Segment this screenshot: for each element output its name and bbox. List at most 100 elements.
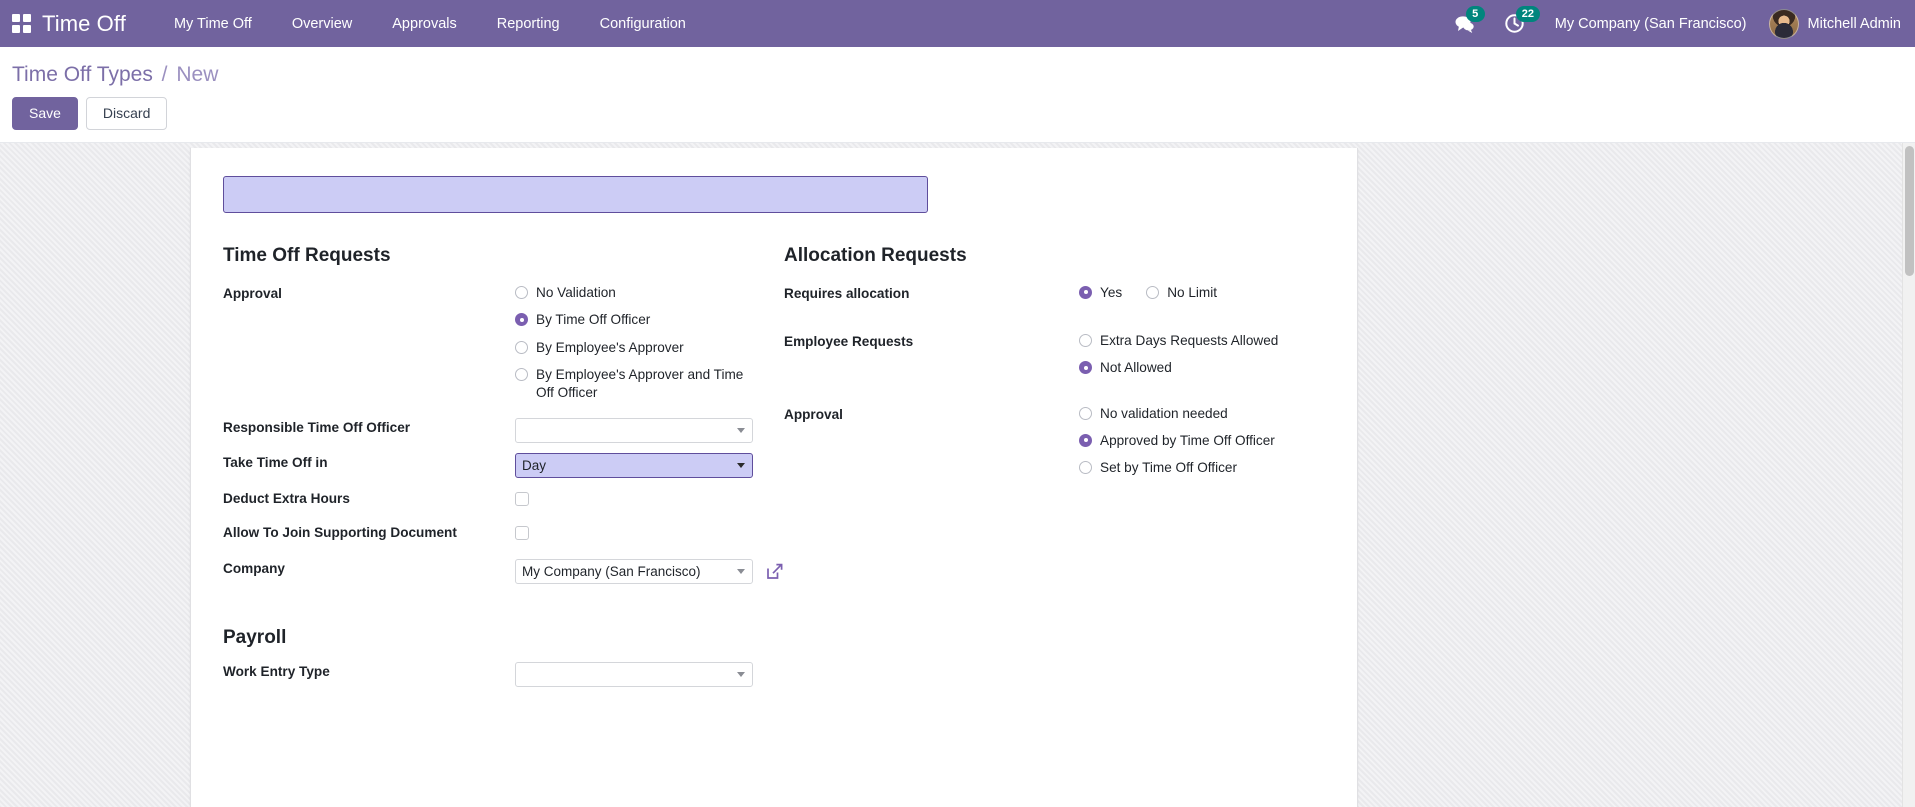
approval-option-by-employees-approver[interactable]: By Employee's Approver bbox=[515, 339, 784, 357]
radio-icon[interactable] bbox=[515, 313, 528, 327]
deduct-extra-hours-value bbox=[515, 488, 784, 506]
user-menu[interactable]: Mitchell Admin bbox=[1763, 8, 1901, 39]
app-brand-title[interactable]: Time Off bbox=[42, 11, 126, 37]
apps-grid-icon[interactable] bbox=[12, 13, 32, 34]
menu-item-my-time-off[interactable]: My Time Off bbox=[154, 2, 272, 46]
approval-value: No Validation By Time Off Officer By Emp… bbox=[515, 283, 784, 403]
work-entry-type-input[interactable] bbox=[515, 661, 753, 687]
allocation-approval-option-no-validation[interactable]: No validation needed bbox=[1079, 405, 1333, 423]
allocation-approval-option-approved-by-officer[interactable]: Approved by Time Off Officer bbox=[1079, 432, 1333, 450]
allow-supporting-document-label: Allow To Join Supporting Document bbox=[223, 524, 457, 540]
radio-icon[interactable] bbox=[515, 367, 528, 381]
content-area: Time Off Requests Approval No Validation… bbox=[0, 142, 1915, 807]
breadcrumb-current: New bbox=[176, 63, 219, 86]
allocation-approval-value: No validation needed Approved by Time Of… bbox=[1079, 404, 1333, 478]
user-name-label: Mitchell Admin bbox=[1807, 15, 1901, 32]
employee-requests-option-not-allowed[interactable]: Not Allowed bbox=[1079, 359, 1333, 377]
take-time-off-in-select[interactable]: Day bbox=[515, 452, 753, 478]
requires-allocation-option-no-limit[interactable]: No Limit bbox=[1146, 284, 1217, 302]
radio-icon[interactable] bbox=[1079, 285, 1092, 299]
record-title-row bbox=[209, 175, 1333, 219]
chevron-down-icon bbox=[737, 428, 745, 434]
requires-allocation-radio-group: Yes No Limit bbox=[1079, 284, 1333, 302]
approval-radio-group: No Validation By Time Off Officer By Emp… bbox=[515, 284, 784, 403]
field-responsible-officer: Responsible Time Off Officer bbox=[223, 417, 784, 443]
time-off-type-name-input[interactable] bbox=[223, 175, 928, 213]
approval-option-by-approver-and-officer[interactable]: By Employee's Approver and Time Off Offi… bbox=[515, 366, 784, 403]
time-off-requests-title: Time Off Requests bbox=[223, 244, 391, 266]
external-link-icon[interactable] bbox=[765, 562, 784, 581]
activities-badge: 22 bbox=[1515, 6, 1540, 22]
radio-icon[interactable] bbox=[1079, 433, 1092, 447]
messages-button[interactable]: 5 bbox=[1440, 0, 1490, 47]
menu-item-configuration[interactable]: Configuration bbox=[580, 2, 706, 46]
field-approval: Approval No Validation By Time Off Offic… bbox=[223, 283, 784, 403]
radio-icon[interactable] bbox=[1079, 361, 1092, 375]
navbar-right-area: 5 22 My Company (San Francisco) Mitchell… bbox=[1440, 0, 1915, 47]
allocation-approval-option-label: Approved by Time Off Officer bbox=[1100, 432, 1275, 448]
approval-option-label: By Time Off Officer bbox=[536, 312, 651, 328]
requires-allocation-option-label: No Limit bbox=[1167, 284, 1218, 300]
chevron-down-icon bbox=[737, 569, 745, 575]
company-switcher[interactable]: My Company (San Francisco) bbox=[1539, 16, 1763, 32]
employee-requests-value: Extra Days Requests Allowed Not Allowed bbox=[1079, 331, 1333, 378]
radio-icon[interactable] bbox=[515, 340, 528, 354]
take-time-off-in-text: Day bbox=[522, 457, 547, 473]
breadcrumb: Time Off Types / New bbox=[0, 57, 1915, 93]
user-avatar bbox=[1768, 8, 1799, 39]
form-columns: Time Off Requests Approval No Validation… bbox=[209, 245, 1333, 593]
field-deduct-extra-hours: Deduct Extra Hours bbox=[223, 488, 784, 512]
allocation-requests-title: Allocation Requests bbox=[784, 244, 967, 266]
radio-icon[interactable] bbox=[1079, 406, 1092, 420]
radio-icon[interactable] bbox=[1146, 285, 1160, 299]
discard-button[interactable]: Discard bbox=[85, 97, 168, 130]
company-value: My Company (San Francisco) bbox=[515, 558, 784, 584]
employee-requests-radio-group: Extra Days Requests Allowed Not Allowed bbox=[1079, 332, 1333, 378]
field-allow-supporting-document: Allow To Join Supporting Document bbox=[223, 522, 784, 546]
approval-option-label: By Employee's Approver and Time Off Offi… bbox=[536, 366, 744, 401]
form-sheet: Time Off Requests Approval No Validation… bbox=[190, 147, 1358, 807]
vertical-scrollbar[interactable] bbox=[1902, 142, 1915, 807]
work-entry-type-value bbox=[515, 661, 1333, 687]
allow-supporting-document-checkbox[interactable] bbox=[515, 525, 529, 540]
radio-icon[interactable] bbox=[1079, 333, 1092, 347]
scrollbar-thumb[interactable] bbox=[1905, 145, 1914, 276]
responsible-officer-input[interactable] bbox=[515, 417, 753, 443]
allocation-approval-option-set-by-officer[interactable]: Set by Time Off Officer bbox=[1079, 459, 1333, 477]
approval-option-no-validation[interactable]: No Validation bbox=[515, 284, 784, 302]
work-entry-type-label: Work Entry Type bbox=[223, 663, 330, 679]
responsible-officer-value bbox=[515, 417, 784, 443]
menu-item-reporting[interactable]: Reporting bbox=[477, 2, 580, 46]
employee-requests-option-label: Extra Days Requests Allowed bbox=[1100, 332, 1279, 348]
allocation-approval-radio-group: No validation needed Approved by Time Of… bbox=[1079, 405, 1333, 478]
deduct-extra-hours-checkbox[interactable] bbox=[515, 491, 529, 506]
field-employee-requests: Employee Requests Extra Days Requests Al… bbox=[784, 331, 1333, 378]
field-allocation-approval: Approval No validation needed Approved b… bbox=[784, 404, 1333, 478]
requires-allocation-value: Yes No Limit bbox=[1079, 283, 1333, 302]
messages-badge: 5 bbox=[1465, 6, 1485, 22]
take-time-off-in-value: Day bbox=[515, 452, 784, 478]
employee-requests-option-label: Not Allowed bbox=[1100, 360, 1172, 376]
radio-icon[interactable] bbox=[1079, 461, 1092, 475]
control-panel: Time Off Types / New Save Discard bbox=[0, 47, 1915, 143]
activities-button[interactable]: 22 bbox=[1490, 0, 1540, 47]
approval-option-label: By Employee's Approver bbox=[536, 339, 684, 355]
save-button[interactable]: Save bbox=[12, 97, 78, 130]
radio-icon[interactable] bbox=[515, 285, 528, 299]
requires-allocation-option-label: Yes bbox=[1100, 284, 1123, 300]
allocation-approval-option-label: No validation needed bbox=[1100, 405, 1228, 421]
payroll-section-title: Payroll bbox=[223, 626, 287, 648]
requires-allocation-option-yes[interactable]: Yes bbox=[1079, 284, 1122, 302]
deduct-extra-hours-label: Deduct Extra Hours bbox=[223, 490, 350, 506]
menu-item-overview[interactable]: Overview bbox=[272, 2, 372, 46]
field-requires-allocation: Requires allocation Yes No Limit bbox=[784, 283, 1333, 307]
breadcrumb-parent[interactable]: Time Off Types bbox=[12, 63, 153, 86]
take-time-off-in-label: Take Time Off in bbox=[223, 454, 328, 470]
employee-requests-label: Employee Requests bbox=[784, 333, 914, 349]
requires-allocation-label: Requires allocation bbox=[784, 285, 910, 301]
company-input[interactable]: My Company (San Francisco) bbox=[515, 558, 753, 584]
allocation-approval-option-label: Set by Time Off Officer bbox=[1100, 460, 1237, 476]
employee-requests-option-extra-days[interactable]: Extra Days Requests Allowed bbox=[1079, 332, 1333, 350]
menu-item-approvals[interactable]: Approvals bbox=[372, 2, 476, 46]
approval-option-by-time-off-officer[interactable]: By Time Off Officer bbox=[515, 311, 784, 329]
